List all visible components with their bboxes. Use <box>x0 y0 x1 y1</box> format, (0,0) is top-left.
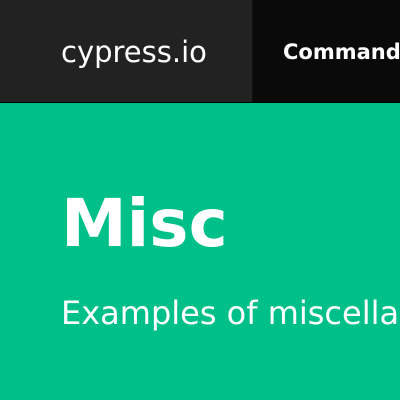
page-subtitle: Examples of miscellaneous commands in Cy… <box>61 294 400 332</box>
top-navbar: cypress.io Commands <box>0 0 400 103</box>
hero-banner: Misc Examples of miscellaneous commands … <box>0 103 400 400</box>
nav-link-commands[interactable]: Commands <box>283 0 400 102</box>
page-title: Misc <box>61 185 228 262</box>
brand-link[interactable]: cypress.io <box>0 0 253 102</box>
